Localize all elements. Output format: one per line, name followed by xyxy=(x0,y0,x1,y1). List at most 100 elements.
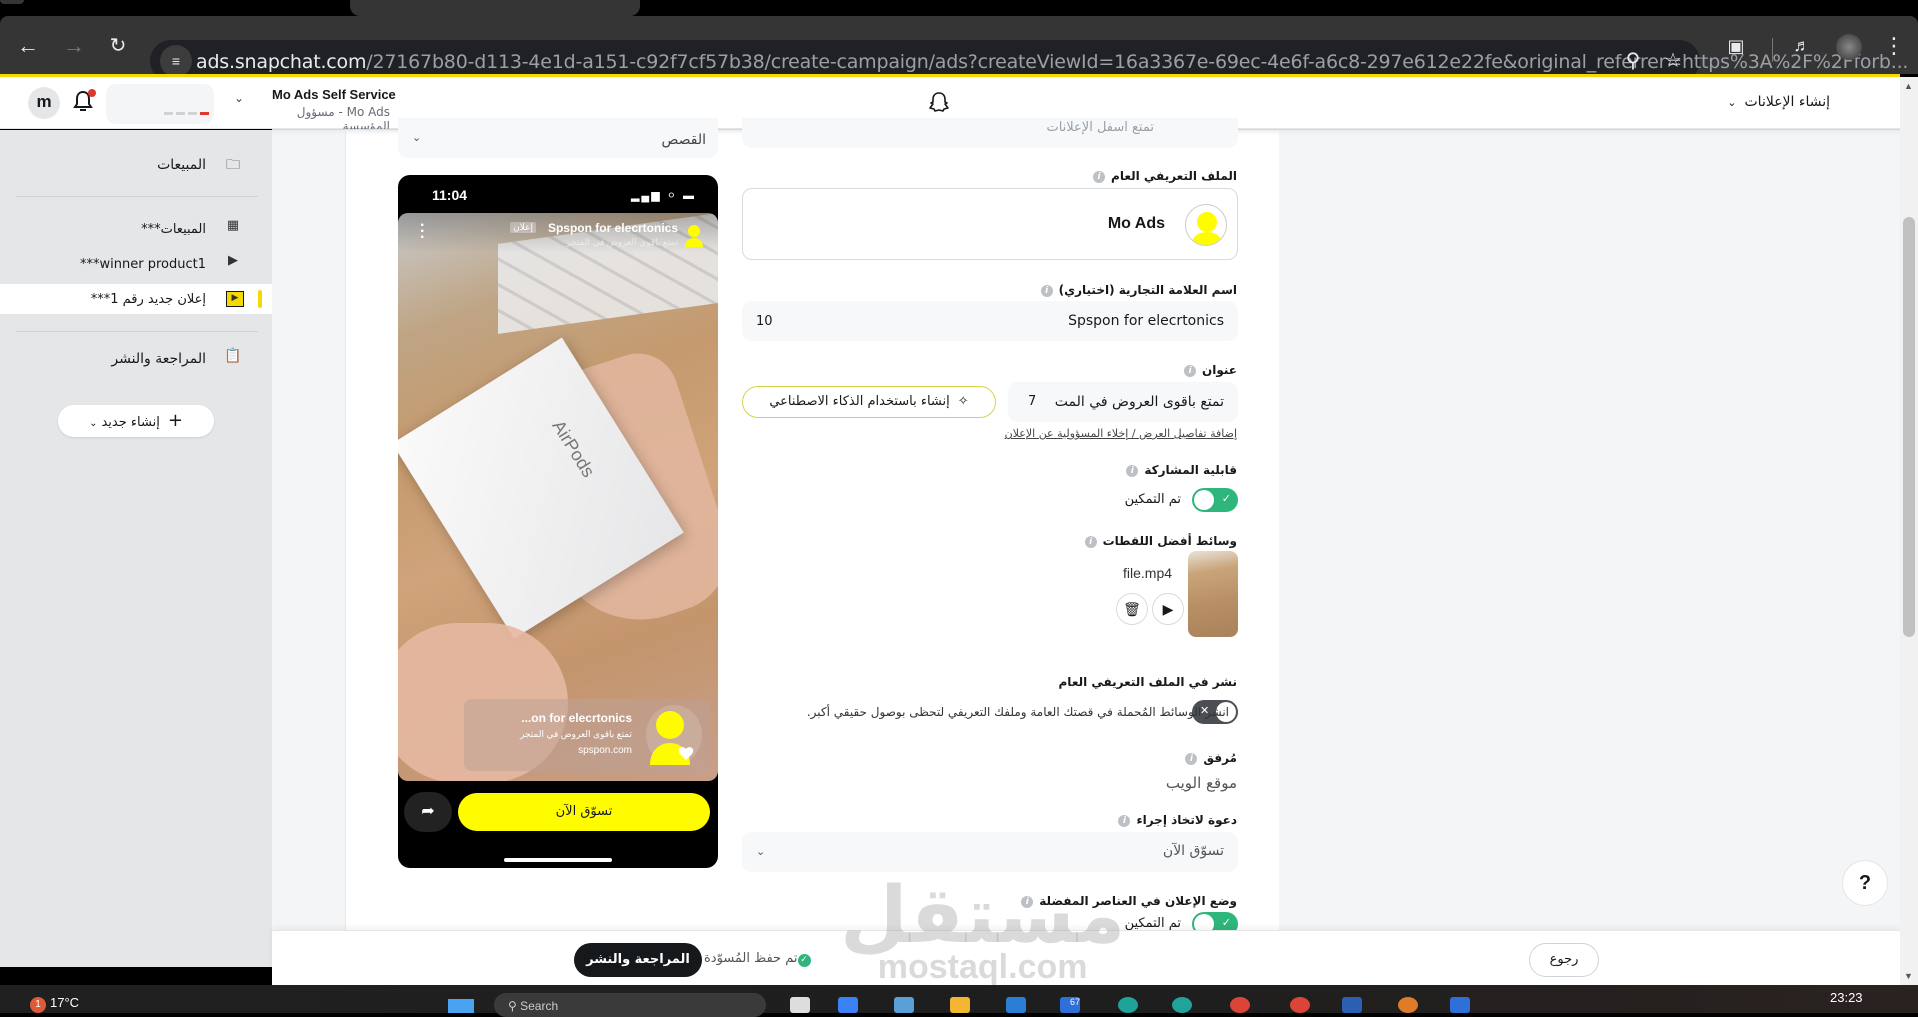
public-profile-card[interactable]: Mo Ads xyxy=(742,188,1238,260)
sidebar-divider xyxy=(16,196,258,197)
info-icon[interactable]: i xyxy=(1093,170,1106,183)
info-icon[interactable]: i xyxy=(1021,895,1034,908)
trash-icon[interactable]: 🗑 xyxy=(1116,593,1148,625)
account-name[interactable]: Mo Ads Self Service xyxy=(272,87,396,102)
create-new-label: إنشاء جديد xyxy=(101,415,160,430)
help-chat-icon[interactable]: ? xyxy=(1842,860,1888,906)
brand-name-label: اسم العلامة التجارية (اختياري) i xyxy=(1040,283,1237,297)
play-icon[interactable]: ▶ xyxy=(1152,593,1184,625)
mail-icon[interactable]: 67 xyxy=(1060,997,1080,1013)
draft-saved-status: ✓تم حفظ المُسوّدة xyxy=(704,951,811,967)
scroll-up-icon[interactable]: ▲ xyxy=(1904,81,1913,91)
sidebar-item-adsquad[interactable]: ▦ المبيعات*** xyxy=(0,214,272,244)
account-chevron-down-icon[interactable]: ⌄ xyxy=(234,91,244,105)
brand-name-input[interactable]: Spspon for elecrtonics 10 xyxy=(742,301,1238,341)
review-publish-button[interactable]: المراجعة والنشر xyxy=(574,943,702,977)
share-icon[interactable]: ➦ xyxy=(404,792,452,832)
ad-tag-badge: إعلان xyxy=(510,222,536,233)
info-icon[interactable]: i xyxy=(1185,752,1198,765)
zoom-icon[interactable]: ⚲ xyxy=(1618,46,1648,76)
browser-tab[interactable] xyxy=(0,0,24,4)
chrome-icon[interactable] xyxy=(1230,997,1250,1013)
sidebar-item-ad-winner[interactable]: ▶ winner product1*** xyxy=(0,249,272,279)
profile-avatar[interactable] xyxy=(1836,34,1862,60)
edge-icon[interactable] xyxy=(1172,997,1192,1013)
reload-icon[interactable]: ↻ xyxy=(104,32,132,60)
folder-icon: 🗀 xyxy=(226,157,240,173)
snapchat-ghost-logo[interactable] xyxy=(924,89,954,119)
preview-cta-button[interactable]: تسوّق الآن xyxy=(458,793,710,831)
headline-input[interactable]: تمتع باقوى العروض في المت 7 xyxy=(1008,382,1238,422)
sidebar-item-label: المبيعات xyxy=(157,157,206,173)
taskbar-app-icon[interactable] xyxy=(894,997,914,1013)
phone-status-icons: ▂▄▆ ⚪ ▬ xyxy=(630,190,696,202)
shareability-toggle[interactable]: ✓ xyxy=(1192,488,1238,512)
sidebar-item-campaign[interactable]: 🗀 المبيعات xyxy=(0,150,272,180)
taskbar-app-icon[interactable] xyxy=(1398,997,1418,1013)
weather-widget[interactable]: 1 17°C xyxy=(30,995,79,1013)
word-icon[interactable] xyxy=(1342,997,1362,1013)
forward-icon[interactable]: → xyxy=(60,32,88,60)
more-options-icon[interactable]: · · · xyxy=(420,218,425,246)
sidebar-item-review[interactable]: 📋 المراجعة والنشر xyxy=(0,344,272,374)
cta-label: دعوة لاتخاذ إجراء i xyxy=(1118,813,1237,827)
taskbar-search[interactable]: ⚲ Search xyxy=(494,993,766,1017)
chevron-down-icon: ⌄ xyxy=(1727,96,1737,109)
menu-icon[interactable]: ⋮ xyxy=(1880,32,1908,60)
file-explorer-icon[interactable] xyxy=(950,997,970,1013)
chevron-down-icon: ⌄ xyxy=(756,845,766,858)
scrollbar-thumb[interactable] xyxy=(1903,217,1915,637)
sidebar-item-new-ad[interactable]: ▶ إعلان جديد رقم 1*** xyxy=(0,284,272,314)
footer-bar: رجوع ✓تم حفظ المُسوّدة المراجعة والنشر xyxy=(272,930,1900,985)
info-icon[interactable]: i xyxy=(1084,535,1097,548)
taskbar-app-icon[interactable] xyxy=(1450,997,1470,1013)
bookmark-star-icon[interactable]: ☆ xyxy=(1658,46,1688,76)
card-avatar xyxy=(646,705,702,765)
char-count: 10 xyxy=(756,314,773,329)
url-text[interactable]: ads.snapchat.com/27167b80-d113-4e1d-a151… xyxy=(196,51,1908,73)
site-settings-icon[interactable]: ≡ xyxy=(160,45,192,77)
taskbar-app-icon[interactable] xyxy=(790,997,810,1013)
partially-hidden-field[interactable]: تمتع اسفل الإعلانات xyxy=(742,118,1238,148)
info-icon[interactable]: i xyxy=(1118,814,1131,827)
media-control-icon[interactable]: ♬ xyxy=(1788,32,1816,60)
mail-badge: 67 xyxy=(1069,997,1080,1007)
saved-status-text: تم حفظ المُسوّدة xyxy=(704,951,798,966)
cta-select[interactable]: تسوّق الآن ⌄ xyxy=(742,832,1238,872)
phone-home-indicator xyxy=(504,858,612,862)
page-scrollbar[interactable]: ▲ ▼ xyxy=(1900,77,1918,985)
taskbar-app-icon[interactable] xyxy=(838,997,858,1013)
spotlight-media-thumbnail[interactable] xyxy=(1188,551,1238,637)
notifications-bell-icon[interactable] xyxy=(72,89,96,117)
taskbar-clock[interactable]: 23:23 xyxy=(1830,990,1863,1005)
generate-with-ai-button[interactable]: ✧ إنشاء باستخدام الذكاء الاصطناعي xyxy=(742,386,996,418)
browser-tab-active[interactable] xyxy=(350,0,640,16)
create-new-button[interactable]: + إنشاء جديد⌄ xyxy=(58,405,214,437)
chrome-icon[interactable] xyxy=(1290,997,1310,1013)
info-icon[interactable]: i xyxy=(1126,464,1139,477)
ads-readiness-button[interactable]: جاهزية الإعلانات xyxy=(106,84,214,124)
search-icon: ⚲ xyxy=(508,999,521,1013)
ad-media-video[interactable]: AirPods · · · Spspon for elecrtonics إعلان… xyxy=(398,213,718,781)
info-icon[interactable]: i xyxy=(1040,284,1053,297)
taskbar-app-icon[interactable] xyxy=(1006,997,1026,1013)
attachment-value[interactable]: موقع الويب xyxy=(1166,774,1237,792)
windows-start-icon[interactable] xyxy=(448,999,474,1013)
url-host: ads.snapchat.com xyxy=(196,51,367,73)
edge-icon[interactable] xyxy=(1118,997,1138,1013)
placement-preview-select[interactable]: القصص ⌄ xyxy=(398,118,718,158)
label-text: الملف التعريفي العام xyxy=(1111,169,1237,183)
windows-taskbar: 1 17°C ⚲ Search 67 23:23 xyxy=(0,985,1918,1017)
favorites-state: تم التمكين xyxy=(1124,916,1181,931)
create-ads-menu[interactable]: إنشاء الإعلانات ⌄ xyxy=(1727,94,1830,110)
info-icon[interactable]: i xyxy=(1184,364,1197,377)
publish-profile-label: نشر في الملف التعريفي العام xyxy=(1059,675,1237,689)
extensions-icon[interactable]: ▣ xyxy=(1722,32,1750,60)
attachment-card[interactable]: ...on for elecrtonics تمتع باقوى العروض … xyxy=(464,699,710,771)
back-button[interactable]: رجوع xyxy=(1529,943,1599,977)
user-avatar[interactable]: m xyxy=(28,87,60,119)
add-offer-disclaimer-link[interactable]: إضافة تفاصيل العرض / إخلاء المسؤولية عن … xyxy=(1005,427,1237,440)
back-icon[interactable]: ← xyxy=(14,32,42,60)
scroll-down-icon[interactable]: ▼ xyxy=(1904,971,1913,981)
check-circle-icon: ✓ xyxy=(797,954,811,967)
